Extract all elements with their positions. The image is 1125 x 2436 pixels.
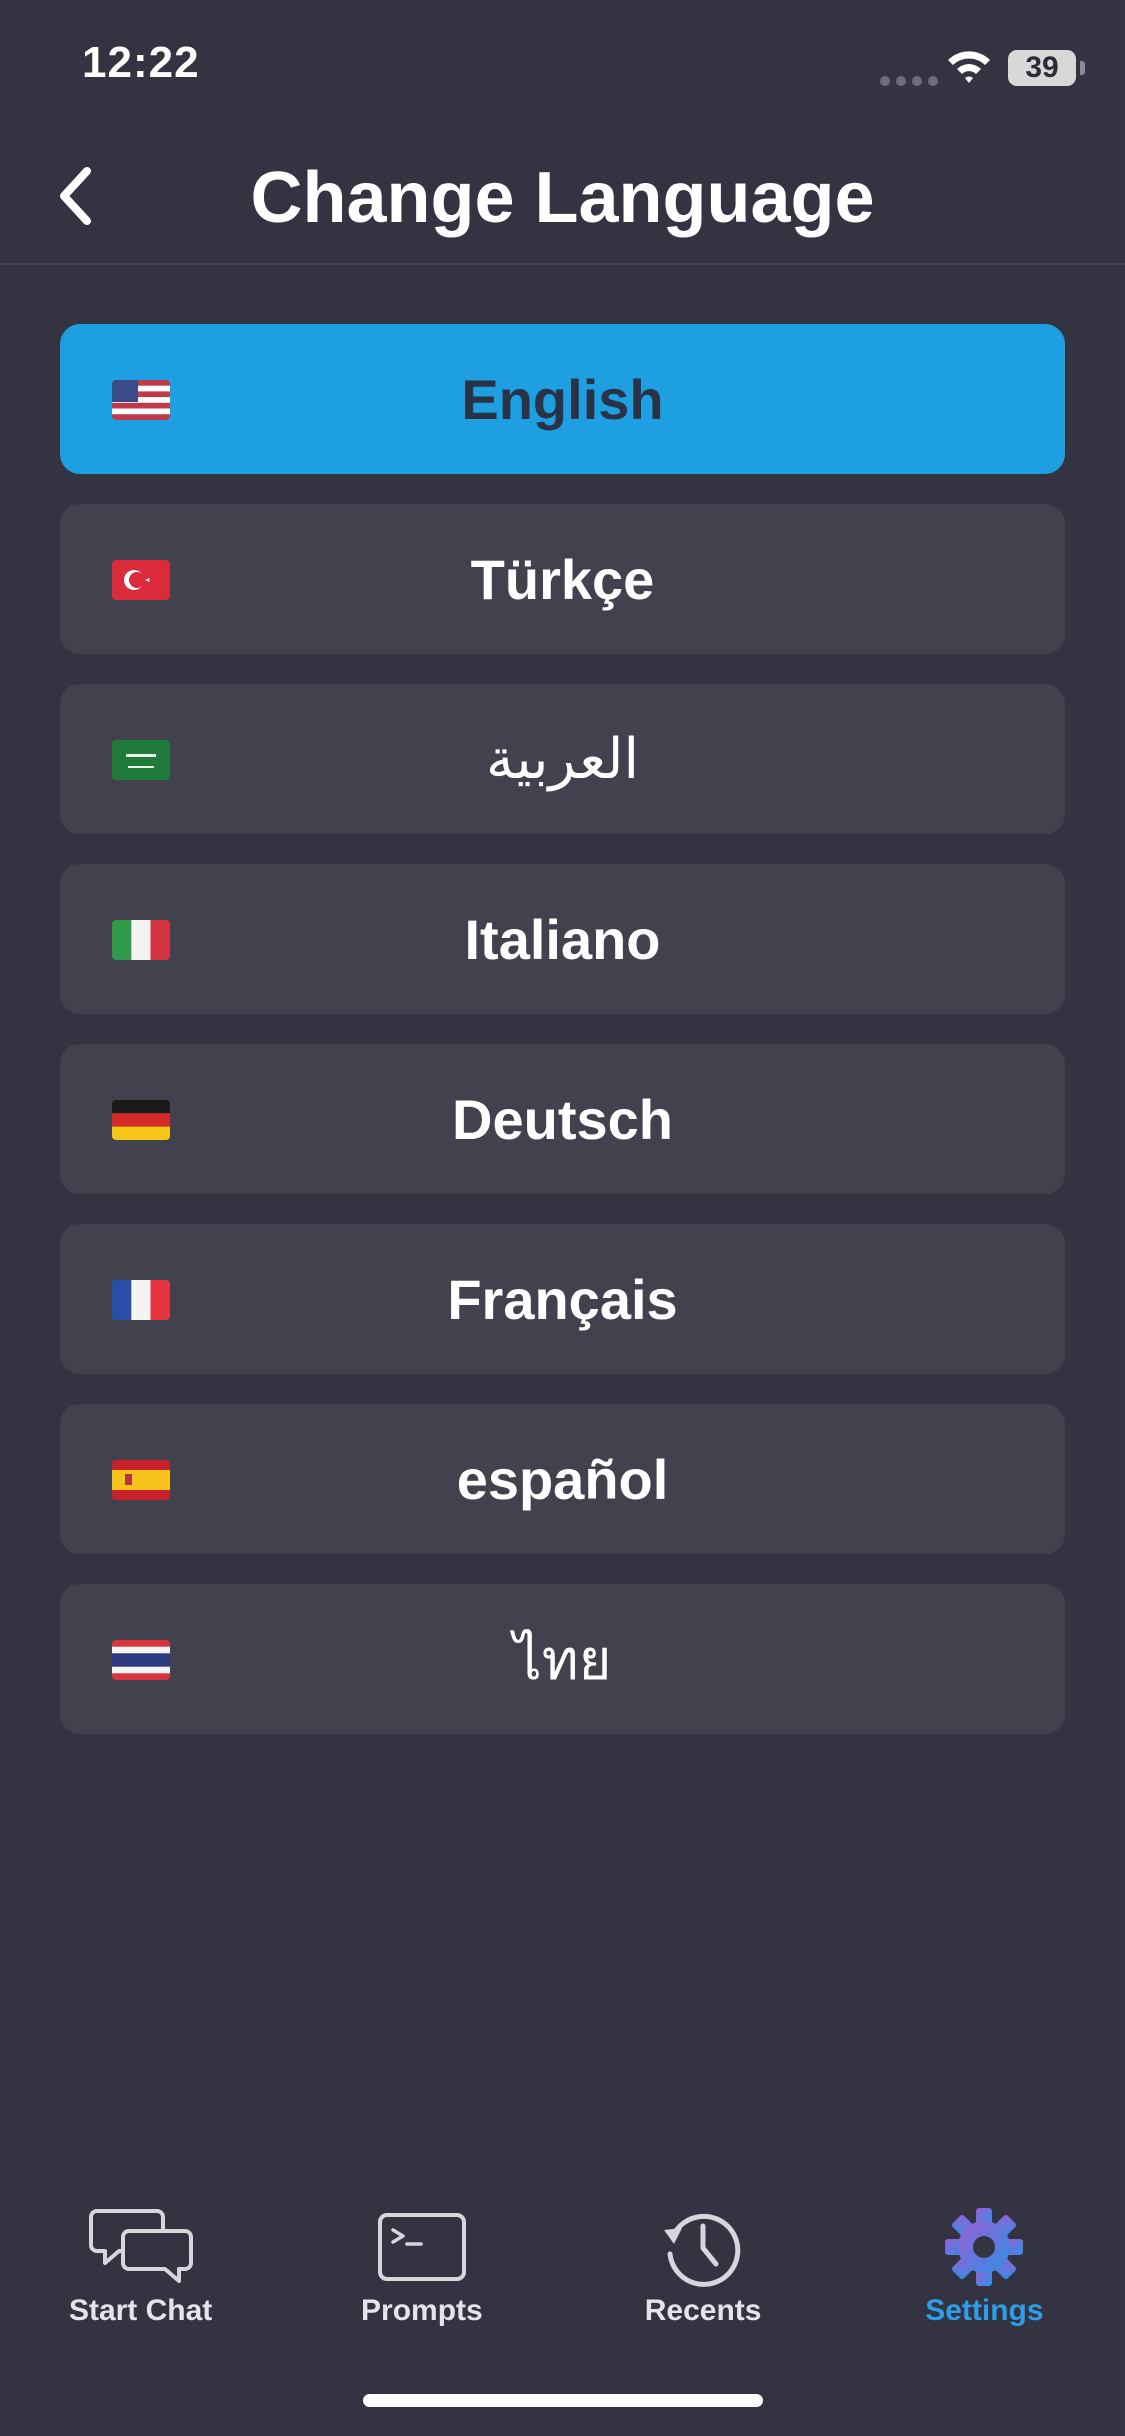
tab-label: Settings <box>925 2294 1044 2327</box>
language-label: Deutsch <box>452 1087 673 1151</box>
language-option-arabic[interactable]: العربية <box>60 684 1065 834</box>
terminal-icon <box>377 2202 467 2292</box>
language-label: Italiano <box>464 907 661 971</box>
wifi-icon <box>946 48 992 89</box>
signal-dots-icon <box>880 76 938 86</box>
italy-flag-icon <box>112 920 170 960</box>
language-label: English <box>461 367 664 431</box>
germany-flag-icon <box>112 1100 170 1140</box>
tab-label: Prompts <box>361 2294 483 2327</box>
language-option-thai[interactable]: ไทย <box>60 1584 1065 1734</box>
home-indicator[interactable] <box>363 2394 763 2407</box>
language-label: Français <box>447 1267 678 1331</box>
tab-bar: Start Chat Prompts Recents Settings <box>0 2180 1125 2330</box>
gear-icon <box>943 2202 1025 2292</box>
turkey-flag-icon <box>112 560 170 600</box>
language-option-english[interactable]: English <box>60 324 1065 474</box>
language-label: ไทย <box>513 1627 612 1693</box>
us-flag-icon <box>112 380 170 420</box>
thailand-flag-icon <box>112 1640 170 1680</box>
header: Change Language <box>0 135 1125 265</box>
page-title: Change Language <box>250 158 875 238</box>
tab-label: Recents <box>644 2294 762 2327</box>
language-label: العربية <box>485 726 640 792</box>
language-label: español <box>456 1447 669 1511</box>
tab-settings[interactable]: Settings <box>844 2180 1125 2330</box>
tab-label: Start Chat <box>68 2294 213 2327</box>
tab-prompts[interactable]: Prompts <box>281 2180 562 2330</box>
france-flag-icon <box>112 1280 170 1320</box>
language-option-german[interactable]: Deutsch <box>60 1044 1065 1194</box>
status-bar: 12:22 39 <box>0 0 1125 135</box>
history-clock-icon <box>660 2202 746 2292</box>
status-time: 12:22 <box>82 38 200 87</box>
language-label: Türkçe <box>470 547 655 611</box>
chat-bubbles-icon <box>88 2202 193 2292</box>
tab-recents[interactable]: Recents <box>563 2180 844 2330</box>
saudi-arabia-flag-icon <box>112 740 170 780</box>
language-option-spanish[interactable]: español <box>60 1404 1065 1554</box>
language-option-italian[interactable]: Italiano <box>60 864 1065 1014</box>
spain-flag-icon <box>112 1460 170 1500</box>
screen: 12:22 39 Change Language English Türkçe … <box>0 0 1125 2436</box>
tab-start-chat[interactable]: Start Chat <box>0 2180 281 2330</box>
language-option-turkish[interactable]: Türkçe <box>60 504 1065 654</box>
language-list: English Türkçe العربية Italiano Deutsch … <box>60 324 1065 1764</box>
battery-icon: 39 <box>1008 50 1076 86</box>
battery-cap <box>1080 61 1085 75</box>
language-option-french[interactable]: Français <box>60 1224 1065 1374</box>
